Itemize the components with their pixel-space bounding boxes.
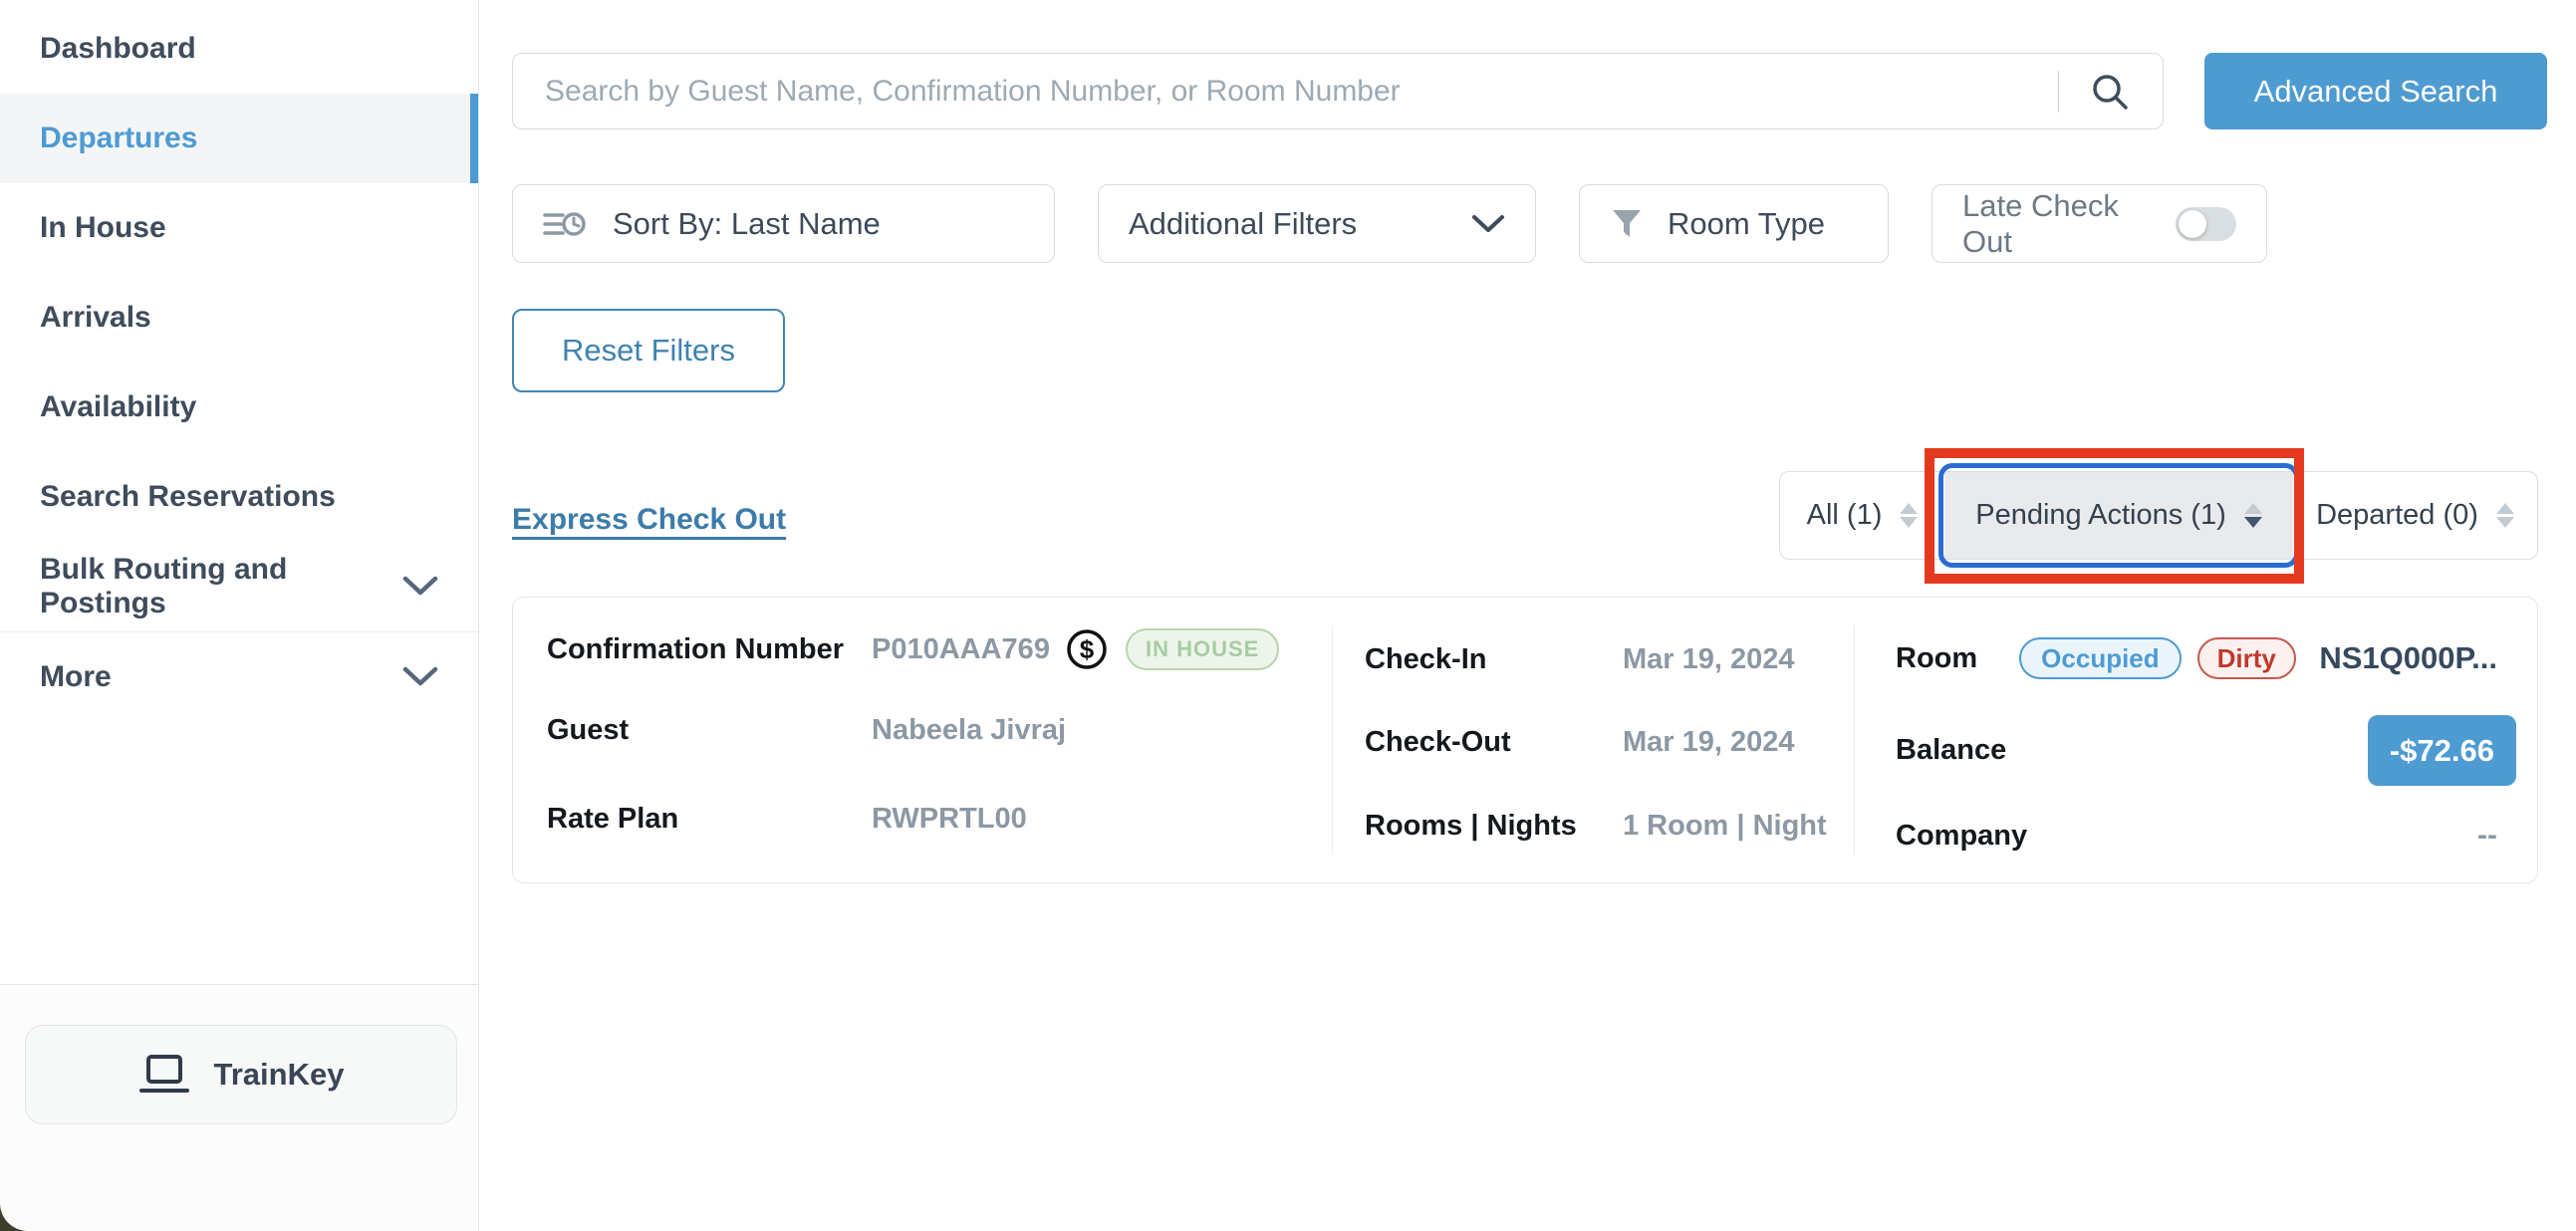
company-row: Company --	[1896, 812, 2497, 860]
sidebar-item-label: Arrivals	[40, 301, 151, 335]
sidebar-item-in-house[interactable]: In House	[0, 183, 478, 273]
sidebar-item-bulk-routing[interactable]: Bulk Routing and Postings	[0, 542, 478, 631]
search-icon[interactable]	[2089, 71, 2131, 113]
card-column-room-balance: Room Occupied Dirty NS1Q000P... Balance …	[1854, 598, 2537, 882]
check-in-label: Check-In	[1365, 643, 1623, 676]
company-label: Company	[1896, 820, 2027, 853]
confirmation-number: P010AAA769	[872, 633, 1050, 666]
company-value: --	[2477, 819, 2497, 853]
sort-by-label: Sort By: Last Name	[613, 206, 881, 242]
search-input[interactable]	[513, 54, 2058, 128]
check-in-date: Mar 19, 2024	[1623, 643, 1795, 676]
card-column-dates: Check-In Mar 19, 2024 Check-Out Mar 19, …	[1332, 598, 1854, 882]
sidebar-item-label: Bulk Routing and Postings	[40, 553, 402, 620]
trainkey-button[interactable]: TrainKey	[25, 1025, 457, 1124]
chevron-down-icon	[402, 666, 438, 688]
room-type-filter[interactable]: Room Type	[1579, 184, 1889, 263]
sidebar-item-label: Departures	[40, 122, 197, 155]
express-check-out-link[interactable]: Express Check Out	[512, 503, 786, 537]
guest-name: Nabeela Jivraj	[872, 714, 1066, 747]
sidebar: Dashboard Departures In House Arrivals A…	[0, 0, 479, 1231]
funnel-icon	[1610, 207, 1644, 241]
sidebar-item-label: Dashboard	[40, 32, 196, 66]
sidebar-nav: Dashboard Departures In House Arrivals A…	[0, 0, 478, 721]
svg-text:$: $	[1080, 634, 1095, 664]
balance-label: Balance	[1896, 734, 2006, 767]
room-number: NS1Q000P...	[2319, 640, 2497, 676]
sidebar-item-label: Availability	[40, 390, 196, 424]
search-divider	[2058, 71, 2059, 113]
check-out-row: Check-Out Mar 19, 2024	[1365, 720, 1795, 764]
confirmation-label: Confirmation Number	[547, 633, 872, 666]
sort-arrows-icon	[2496, 503, 2514, 528]
late-check-out-label: Late Check Out	[1962, 188, 2176, 260]
tab-all[interactable]: All (1)	[1780, 472, 1944, 559]
room-label: Room	[1896, 642, 1977, 675]
dirty-badge: Dirty	[2197, 637, 2296, 679]
sidebar-item-label: In House	[40, 211, 166, 245]
sort-clock-icon	[543, 206, 587, 242]
search-bar	[512, 53, 2164, 129]
check-out-label: Check-Out	[1365, 726, 1623, 759]
tab-all-label: All (1)	[1807, 499, 1883, 532]
guest-row: Guest Nabeela Jivraj	[547, 708, 1312, 752]
sidebar-item-label: Search Reservations	[40, 480, 336, 514]
sort-by-dropdown[interactable]: Sort By: Last Name	[512, 184, 1055, 263]
reservation-card[interactable]: Confirmation Number P010AAA769 $ IN HOUS…	[512, 597, 2538, 883]
status-tabs: All (1) Pending Actions (1) Departed (0)	[1779, 471, 2538, 560]
sidebar-item-availability[interactable]: Availability	[0, 363, 478, 452]
room-type-label: Room Type	[1668, 206, 1825, 242]
rate-plan-row: Rate Plan RWPRTL00	[547, 797, 1312, 841]
sidebar-item-search-reservations[interactable]: Search Reservations	[0, 452, 478, 542]
additional-filters-dropdown[interactable]: Additional Filters	[1098, 184, 1536, 263]
card-column-reservation: Confirmation Number P010AAA769 $ IN HOUS…	[513, 598, 1332, 882]
check-out-date: Mar 19, 2024	[1623, 726, 1795, 759]
rate-plan-label: Rate Plan	[547, 803, 872, 836]
additional-filters-label: Additional Filters	[1129, 206, 1357, 242]
sort-arrows-icon	[1900, 503, 1918, 528]
toggle-knob	[2179, 210, 2206, 238]
reset-filters-button[interactable]: Reset Filters	[512, 309, 785, 392]
sidebar-item-dashboard[interactable]: Dashboard	[0, 4, 478, 94]
sidebar-item-label: More	[40, 660, 112, 694]
room-row: Room Occupied Dirty NS1Q000P...	[1896, 634, 2497, 682]
rooms-nights-label: Rooms | Nights	[1365, 810, 1623, 843]
check-in-row: Check-In Mar 19, 2024	[1365, 637, 1795, 681]
occupied-badge: Occupied	[2019, 637, 2181, 679]
sort-arrows-icon	[2244, 503, 2262, 528]
advanced-search-button[interactable]: Advanced Search	[2204, 53, 2547, 129]
main-content: Advanced Search Sort By: Last Name Addit…	[479, 0, 2576, 1231]
guest-label: Guest	[547, 714, 872, 747]
rooms-nights-row: Rooms | Nights 1 Room | Night	[1365, 804, 1827, 848]
confirmation-row: Confirmation Number P010AAA769 $ IN HOUS…	[547, 627, 1312, 671]
chevron-down-icon	[1471, 214, 1505, 234]
tab-departed-label: Departed (0)	[2316, 499, 2478, 532]
sidebar-item-more[interactable]: More	[0, 631, 478, 721]
tab-departed[interactable]: Departed (0)	[2293, 472, 2537, 559]
rate-plan-value: RWPRTL00	[872, 803, 1027, 836]
dollar-circle-icon[interactable]: $	[1066, 628, 1108, 670]
in-house-badge: IN HOUSE	[1126, 628, 1279, 670]
late-check-out-filter: Late Check Out	[1932, 184, 2267, 263]
balance-amount-button[interactable]: -$72.66	[2368, 715, 2516, 786]
chevron-down-icon	[402, 576, 438, 598]
sidebar-footer: TrainKey	[0, 984, 478, 1231]
sidebar-item-arrivals[interactable]: Arrivals	[0, 273, 478, 363]
rooms-nights-value: 1 Room | Night	[1623, 810, 1827, 843]
tab-pending-label: Pending Actions (1)	[1975, 499, 2225, 532]
trainkey-label: TrainKey	[214, 1057, 345, 1093]
sidebar-item-departures[interactable]: Departures	[0, 94, 478, 183]
laptop-icon	[138, 1054, 190, 1096]
late-check-out-toggle[interactable]	[2176, 207, 2236, 241]
tab-pending-actions[interactable]: Pending Actions (1)	[1944, 472, 2293, 559]
